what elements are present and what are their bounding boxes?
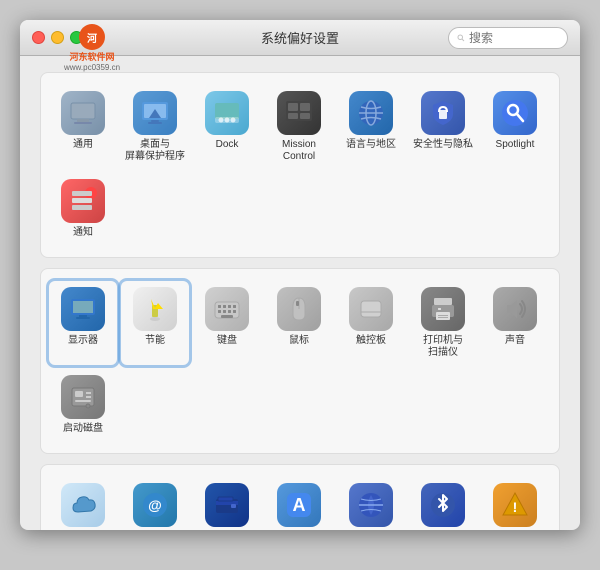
notify-icon xyxy=(61,179,105,223)
keyboard-label: 键盘 xyxy=(217,335,237,347)
printer-icon xyxy=(421,287,465,331)
titlebar: 河 河东软件网 www.pc0359.cn 系统偏好设置 xyxy=(20,20,580,56)
language-icon xyxy=(349,91,393,135)
desktop-label: 桌面与屏幕保护程序 xyxy=(125,139,185,163)
svg-text:@: @ xyxy=(148,497,162,513)
icon-item-icloud[interactable]: iCloud xyxy=(49,477,117,530)
icon-item-appstore[interactable]: A App Store xyxy=(265,477,333,530)
printer-label: 打印机与扫描仪 xyxy=(423,335,463,359)
spotlight-label: Spotlight xyxy=(496,139,535,151)
mouse-label: 鼠标 xyxy=(289,335,309,347)
search-box[interactable] xyxy=(448,27,568,49)
startup-icon xyxy=(61,375,105,419)
icon-item-trackpad[interactable]: 触控板 xyxy=(337,281,405,365)
extend-icon: ! xyxy=(493,483,537,527)
spotlight-icon xyxy=(493,91,537,135)
display-icon xyxy=(61,287,105,331)
display-label: 显示器 xyxy=(68,335,98,347)
icon-item-language[interactable]: 语言与地区 xyxy=(337,85,405,169)
section-2: 显示器 节能 xyxy=(40,268,560,454)
network-icon xyxy=(349,483,393,527)
window-title: 系统偏好设置 xyxy=(261,28,339,47)
minimize-button[interactable] xyxy=(51,31,64,44)
dock-label: Dock xyxy=(216,139,239,151)
close-button[interactable] xyxy=(32,31,45,44)
icon-item-sound[interactable]: 声音 xyxy=(481,281,549,365)
internet-icon: @ xyxy=(133,483,177,527)
icon-item-startup[interactable]: 启动磁盘 xyxy=(49,369,117,441)
content-area: 通用 桌面与屏幕保护程序 xyxy=(20,56,580,530)
mission-icon xyxy=(277,91,321,135)
security-icon xyxy=(421,91,465,135)
icon-grid-2: 显示器 节能 xyxy=(49,281,551,441)
sound-icon xyxy=(493,287,537,331)
icon-item-display[interactable]: 显示器 xyxy=(49,281,117,365)
icon-item-mission[interactable]: MissionControl xyxy=(265,85,333,169)
icon-item-spotlight[interactable]: Spotlight xyxy=(481,85,549,169)
watermark: 河 河东软件网 www.pc0359.cn xyxy=(64,24,120,72)
section-1: 通用 桌面与屏幕保护程序 xyxy=(40,72,560,258)
notify-label: 通知 xyxy=(73,227,93,239)
search-icon xyxy=(457,32,465,44)
icon-item-extend[interactable]: ! 扩展 xyxy=(481,477,549,530)
icon-item-desktop[interactable]: 桌面与屏幕保护程序 xyxy=(121,85,189,169)
svg-text:!: ! xyxy=(513,499,518,515)
mission-label: MissionControl xyxy=(282,139,316,163)
bluetooth-icon xyxy=(421,483,465,527)
icon-item-network[interactable]: 网络 xyxy=(337,477,405,530)
icon-grid-1: 通用 桌面与屏幕保护程序 xyxy=(49,85,551,245)
icon-item-energy[interactable]: 节能 xyxy=(121,281,189,365)
icon-item-bluetooth[interactable]: 蓝牙 xyxy=(409,477,477,530)
watermark-text2: www.pc0359.cn xyxy=(64,63,120,72)
search-input[interactable] xyxy=(469,31,559,45)
general-icon xyxy=(61,91,105,135)
icloud-icon xyxy=(61,483,105,527)
icon-item-general[interactable]: 通用 xyxy=(49,85,117,169)
energy-icon xyxy=(133,287,177,331)
icon-item-mouse[interactable]: 鼠标 xyxy=(265,281,333,365)
icon-item-internet[interactable]: @ 互联网帐户 xyxy=(121,477,189,530)
icon-item-dock[interactable]: Dock xyxy=(193,85,261,169)
mouse-icon xyxy=(277,287,321,331)
sound-label: 声音 xyxy=(505,335,525,347)
appstore-icon: A xyxy=(277,483,321,527)
icon-item-security[interactable]: 安全性与隐私 xyxy=(409,85,477,169)
trackpad-icon xyxy=(349,287,393,331)
icon-item-printer[interactable]: 打印机与扫描仪 xyxy=(409,281,477,365)
general-label: 通用 xyxy=(73,139,93,151)
section-3: iCloud @ 互联网帐户 xyxy=(40,464,560,530)
trackpad-label: 触控板 xyxy=(356,335,386,347)
icon-grid-3: iCloud @ 互联网帐户 xyxy=(49,477,551,530)
watermark-logo: 河 xyxy=(79,24,105,50)
security-label: 安全性与隐私 xyxy=(413,139,473,151)
wallet-icon xyxy=(205,483,249,527)
icon-item-keyboard[interactable]: 键盘 xyxy=(193,281,261,365)
keyboard-icon xyxy=(205,287,249,331)
startup-label: 启动磁盘 xyxy=(63,423,103,435)
language-label: 语言与地区 xyxy=(346,139,396,151)
icon-item-notify[interactable]: 通知 xyxy=(49,173,117,245)
dock-icon xyxy=(205,91,249,135)
svg-text:A: A xyxy=(293,495,306,515)
icon-item-wallet[interactable]: Wallet 与Apple Pay xyxy=(193,477,261,530)
system-preferences-window: 河 河东软件网 www.pc0359.cn 系统偏好设置 xyxy=(20,20,580,530)
energy-label: 节能 xyxy=(145,335,165,347)
desktop-icon xyxy=(133,91,177,135)
watermark-text1: 河东软件网 xyxy=(70,50,115,63)
